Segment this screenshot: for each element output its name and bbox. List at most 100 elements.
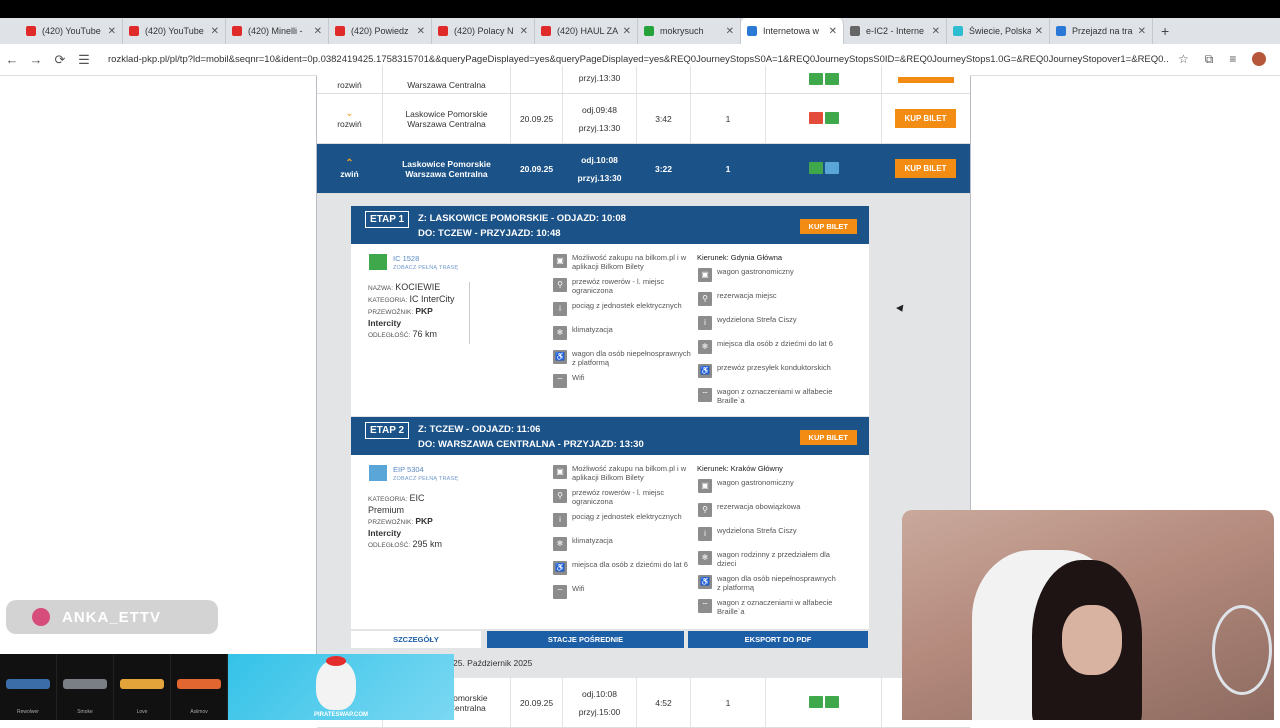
label-przewoznik: PRZEWOŹNIK: [368,519,414,526]
feature-label: miejsca dla osób z dziećmi do lat 6 [717,339,833,348]
train-number[interactable]: EIP 5304 [393,465,424,474]
feature-label: wagon gastronomiczny [717,478,794,487]
extensions-icon[interactable]: ⧉ [1205,52,1214,67]
connection-row-selected[interactable]: ⌃ zwiń Laskowice Pomorskie Warszawa Centra… [317,144,970,194]
feature-item: ⌔ wagon z oznaczeniami w alfabecie Braill… [698,598,838,616]
skin-tile: Asiimov [171,654,228,720]
close-tab-icon[interactable]: ✕ [932,26,940,37]
chevron-down-icon[interactable]: ⌄ [345,108,353,119]
train-distance: 295 km [412,539,443,549]
arrival-time: przyj.13:30 [578,122,621,133]
expand-toggle[interactable]: rozwiń [337,80,362,90]
skin-label: Asiimov [190,709,208,715]
forward-icon[interactable]: → [24,52,48,67]
close-tab-icon[interactable]: ✕ [726,26,734,37]
url-field[interactable]: rozklad-pkp.pl/pl/tp?ld=mobil&seqnr=10&i… [108,54,1168,65]
tab-favicon-icon [541,26,551,36]
star-icon[interactable]: ☆ [1178,52,1189,67]
browser-tab[interactable]: (420) HAUL ZA ✕ [535,18,638,44]
browser-tab[interactable]: (420) YouTube ✕ [123,18,226,44]
feature-icon: ❄ [553,537,567,551]
tab-favicon-icon [335,26,345,36]
feature-item: ❄ wagon rodzinny z przedziałem dla dzieci [698,550,838,568]
etap-departure: Z: LASKOWICE POMORSKIE - ODJAZD: 10:08 [418,213,626,224]
buy-ticket-button[interactable]: KUP BILET [895,159,956,178]
browser-tab[interactable]: e-IC2 - Interne ✕ [844,18,947,44]
feature-label: wagon dla osób niepełnosprawnych z platf… [717,574,836,592]
close-tab-icon[interactable]: ✕ [1138,26,1146,37]
close-tab-icon[interactable]: ✕ [417,26,425,37]
feature-item: ⚲ rezerwacja obowiązkowa [698,502,838,517]
feature-icon: ⌔ [698,388,712,402]
close-tab-icon[interactable]: ✕ [108,26,116,37]
feature-item: ▣ Możliwość zakupu na bilkom.pl i w aplik… [553,464,693,482]
journey-page: rozwiń Warszawa Centralna przyj.13:30 ⌄ r… [316,66,971,728]
etap-departure: Z: TCZEW - ODJAZD: 11:06 [418,424,541,435]
expand-toggle[interactable]: rozwiń [337,119,362,129]
feature-label: Możliwość zakupu na bilkom.pl i w aplika… [572,253,687,271]
travel-date: 20.09.25 [519,163,554,174]
travel-date: 20.09.25 [519,697,554,708]
browser-tab[interactable]: Świecie, Polska ✕ [947,18,1050,44]
connection-row[interactable]: ⌄ rozwiń Laskowice Pomorskie Warszawa Cent… [317,94,970,144]
tab-favicon-icon [26,26,36,36]
feature-icon: ⌔ [553,585,567,599]
train-distance: 76 km [412,329,438,339]
browser-tab[interactable]: (420) Polacy N ✕ [432,18,535,44]
close-tab-icon[interactable]: ✕ [1035,26,1043,37]
feature-icon: ⚲ [698,292,712,306]
tab-title: (420) Powiedz [351,26,409,36]
full-route-link[interactable]: ZOBACZ PEŁNĄ TRASĘ [393,476,458,482]
close-tab-icon[interactable]: ✕ [623,26,631,37]
train-name: KOCIEWIE [395,282,441,292]
close-tab-icon[interactable]: ✕ [211,26,219,37]
direction: Kierunek: Kraków Główny [697,464,783,473]
new-tab-icon[interactable]: + [1161,23,1169,39]
station-to: Warszawa Centralna [405,168,488,179]
close-tab-icon[interactable]: ✕ [314,26,322,37]
reload-icon[interactable]: ⟳ [48,52,72,68]
connection-row[interactable]: rozwiń Warszawa Centralna przyj.13:30 [317,66,970,94]
changes-count: 1 [725,163,731,174]
export-pdf-button[interactable]: EKSPORT DO PDF [688,631,868,648]
tab-title: (420) Minelli - [248,26,303,36]
os-top-bar [0,0,1280,18]
buy-ticket-button[interactable]: KUP BILET [799,430,857,445]
browser-tab[interactable]: (420) YouTube ✕ [20,18,123,44]
close-tab-icon[interactable]: ✕ [520,26,528,37]
profile-avatar[interactable] [1252,52,1267,66]
feature-label: przewóz rowerów - l. miejsc ograniczona [572,488,665,506]
intermediate-stations-button[interactable]: STACJE POŚREDNIE [487,631,684,648]
browser-tab[interactable]: Przejazd na tra ✕ [1050,18,1153,44]
back-icon[interactable]: ← [0,52,24,67]
feature-item: ▣ wagon gastronomiczny [698,478,838,493]
chevron-up-icon[interactable]: ⌃ [345,158,353,169]
feature-icon: ⚲ [553,278,567,292]
twitch-heart-icon [32,608,50,626]
browser-tab[interactable]: Internetowa w ✕ [741,18,844,44]
train-ic-icon [369,254,387,270]
site-info-icon[interactable]: ☰ [72,52,96,68]
buy-ticket-button[interactable] [897,76,954,83]
feature-item: ⚲ rezerwacja miejsc [698,291,838,306]
tab-title: (420) YouTube [145,26,204,36]
etap-1-header: ETAP 1 Z: LASKOWICE POMORSKIE - ODJAZD: … [351,206,869,244]
feature-icon: ▣ [553,465,567,479]
buy-ticket-button[interactable]: KUP BILET [799,219,857,234]
menu-icon[interactable]: ≡ [1229,52,1236,67]
full-route-link[interactable]: ZOBACZ PEŁNĄ TRASĘ [393,265,458,271]
tab-favicon-icon [129,26,139,36]
details-tab[interactable]: SZCZEGÓŁY [351,631,481,648]
buy-ticket-button[interactable]: KUP BILET [895,109,956,128]
close-tab-icon[interactable]: ✕ [829,26,837,37]
skin-label: Smoke [77,709,93,715]
browser-tab[interactable]: (420) Powiedz ✕ [329,18,432,44]
feature-label: Wifi [572,373,585,382]
feature-item: ⌔ Wifi [553,584,693,599]
feature-item: ♿ wagon dla osób niepełnosprawnych z plat… [553,349,693,367]
browser-tab[interactable]: mokrysuch ✕ [638,18,741,44]
browser-tab[interactable]: (420) Minelli - ✕ [226,18,329,44]
collapse-toggle[interactable]: zwiń [340,169,358,179]
tab-favicon-icon [644,26,654,36]
train-number[interactable]: IC 1528 [393,254,419,263]
